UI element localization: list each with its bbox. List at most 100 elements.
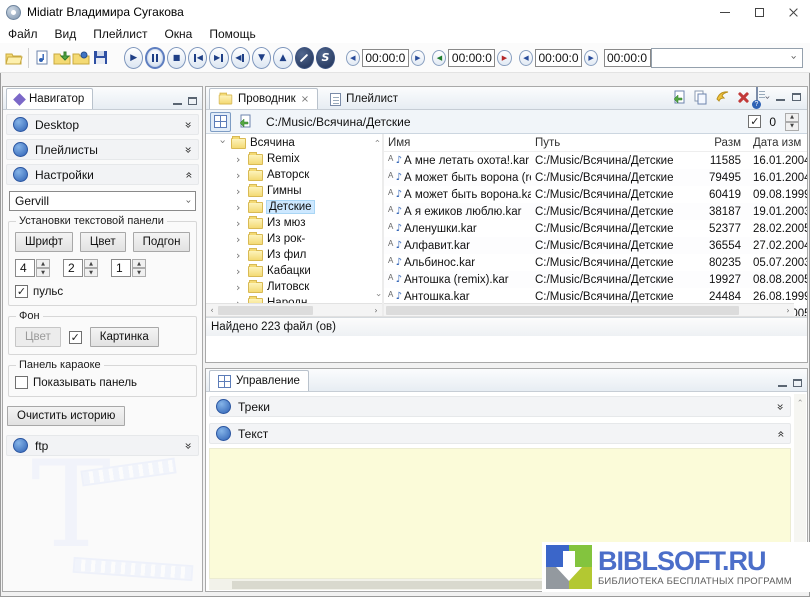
- tree-collapsed-icon[interactable]: ›: [236, 169, 244, 182]
- maximize-button[interactable]: [742, 0, 776, 24]
- time3-fwd-button[interactable]: ▶: [584, 50, 598, 66]
- tab-control[interactable]: Управление: [209, 370, 309, 391]
- tree-item[interactable]: ›Кабацки: [206, 263, 382, 279]
- scroll-left-icon[interactable]: ›: [206, 306, 218, 315]
- spinner-up-icon[interactable]: ▲: [36, 259, 50, 268]
- loop-button[interactable]: [295, 47, 314, 69]
- scroll-thumb[interactable]: [218, 306, 313, 315]
- table-row[interactable]: A♪Алфавит.kar C:/Music/Всячина/Детские 3…: [384, 237, 807, 254]
- menu-help[interactable]: Помощь: [209, 27, 255, 41]
- bg-image-checkbox[interactable]: ✓: [69, 331, 82, 344]
- table-row[interactable]: A♪Альбинос.kar C:/Music/Всячина/Детские …: [384, 254, 807, 271]
- spinner-3-value[interactable]: 1: [111, 259, 131, 277]
- time-field-4[interactable]: 00:00:0: [604, 49, 651, 67]
- section-settings[interactable]: Настройки »: [6, 164, 199, 185]
- section-tracks[interactable]: Треки »: [209, 396, 791, 417]
- tree-root[interactable]: › Всячина: [206, 135, 382, 151]
- help-button[interactable]: ?: [756, 88, 758, 106]
- time3-back-button[interactable]: ◀: [519, 50, 533, 66]
- bg-color-button[interactable]: Цвет: [15, 327, 61, 347]
- font-button[interactable]: Шрифт: [15, 232, 73, 252]
- tree-item[interactable]: ›Из фил: [206, 247, 382, 263]
- panel-minimize-icon[interactable]: [778, 379, 787, 387]
- tab-playlist[interactable]: Плейлист: [321, 88, 407, 109]
- tree-expanded-icon[interactable]: ›: [217, 139, 230, 147]
- tree-item[interactable]: ›Авторск: [206, 167, 382, 183]
- panel-maximize-icon[interactable]: [188, 97, 197, 105]
- panel-maximize-icon[interactable]: [792, 93, 801, 101]
- tree-collapsed-icon[interactable]: ›: [236, 281, 244, 294]
- table-row[interactable]: A♪А может быть ворона.kar C:/Music/Всячи…: [384, 186, 807, 203]
- copy-playlist-button[interactable]: [34, 47, 53, 69]
- tree-collapsed-icon[interactable]: ›: [236, 153, 244, 166]
- view-menu-icon[interactable]: ›: [762, 95, 773, 99]
- time2-back-button[interactable]: ◀: [432, 50, 446, 66]
- scroll-thumb[interactable]: [386, 306, 739, 315]
- tree-collapsed-icon[interactable]: ›: [236, 233, 244, 246]
- tab-close-icon[interactable]: ×: [301, 94, 309, 105]
- table-row[interactable]: A♪А я ежиков люблю.kar C:/Music/Всячина/…: [384, 203, 807, 220]
- tab-navigator[interactable]: Навигатор: [6, 88, 93, 109]
- time-field-2[interactable]: 00:00:0: [448, 49, 495, 67]
- stop-button[interactable]: ■: [167, 47, 186, 69]
- spinner-up-icon[interactable]: ▲: [84, 259, 98, 268]
- tree-item[interactable]: ›Из мюз: [206, 215, 382, 231]
- time1-fwd-button[interactable]: ▶: [411, 50, 425, 66]
- tree-item[interactable]: ›Гимны: [206, 183, 382, 199]
- show-panel-checkbox[interactable]: [15, 376, 28, 389]
- pulse-checkbox[interactable]: ✓: [15, 285, 28, 298]
- autoplay-checkbox[interactable]: ✓: [748, 115, 761, 128]
- tree-hscrollbar[interactable]: › ›: [206, 303, 382, 316]
- tempo-up-button[interactable]: ▲: [273, 47, 292, 69]
- tree-item[interactable]: ›Из рок-: [206, 231, 382, 247]
- spinner-2-value[interactable]: 2: [63, 259, 83, 277]
- menu-view[interactable]: Вид: [55, 27, 77, 41]
- menu-playlist[interactable]: Плейлист: [93, 27, 147, 41]
- add-files-button[interactable]: [235, 112, 256, 132]
- tab-explorer[interactable]: Проводник ×: [209, 88, 318, 109]
- export-folder-button[interactable]: [72, 47, 91, 69]
- karaoke-mode-button[interactable]: S: [316, 47, 335, 69]
- pause-button[interactable]: [145, 47, 165, 69]
- time2-fwd-button[interactable]: ▶: [497, 50, 511, 66]
- view-toggle-button[interactable]: [210, 112, 231, 132]
- song-combo[interactable]: ›: [651, 48, 803, 68]
- tempo-down-button[interactable]: ▼: [252, 47, 271, 69]
- section-desktop[interactable]: Desktop »: [6, 114, 199, 135]
- spinner-1-value[interactable]: 4: [15, 259, 35, 277]
- table-row[interactable]: A♪А может быть ворона (re... C:/Music/Вс…: [384, 169, 807, 186]
- spinner-down-icon[interactable]: ▼: [84, 268, 98, 277]
- col-date[interactable]: Дата изм: [749, 137, 807, 149]
- tree-item-selected[interactable]: ›Детские: [206, 199, 382, 215]
- tree-collapsed-icon[interactable]: ›: [236, 185, 244, 198]
- section-text[interactable]: Текст »: [209, 423, 791, 444]
- menu-file[interactable]: Файл: [8, 27, 38, 41]
- synth-combo[interactable]: Gervill ›: [9, 191, 196, 211]
- import-folder-button[interactable]: [53, 47, 72, 69]
- panel-minimize-icon[interactable]: [776, 93, 785, 101]
- open-folder-button[interactable]: [4, 47, 23, 69]
- scroll-right-icon[interactable]: ›: [782, 306, 794, 315]
- skip-start-button[interactable]: ◀: [231, 47, 250, 69]
- step-back-button[interactable]: ◀: [188, 47, 207, 69]
- spinner-down-icon[interactable]: ▼: [132, 268, 146, 277]
- spinner-down-icon[interactable]: ▼: [785, 122, 799, 131]
- scroll-right-icon[interactable]: ›: [370, 306, 382, 315]
- bg-image-button[interactable]: Картинка: [90, 327, 159, 347]
- add-to-playlist-button[interactable]: [672, 90, 687, 105]
- save-button[interactable]: [91, 47, 110, 69]
- spinner-up-icon[interactable]: ▲: [132, 259, 146, 268]
- col-path[interactable]: Путь: [531, 137, 701, 149]
- step-forward-button[interactable]: ▶: [209, 47, 228, 69]
- panel-maximize-icon[interactable]: [793, 379, 802, 387]
- col-name[interactable]: Имя: [384, 137, 531, 149]
- play-button[interactable]: ▶: [124, 47, 143, 69]
- close-button[interactable]: [776, 0, 810, 24]
- tree-collapsed-icon[interactable]: ›: [236, 217, 244, 230]
- table-row[interactable]: A♪Антошка (remix).kar C:/Music/Всячина/Д…: [384, 271, 807, 288]
- fit-button[interactable]: Подгон: [133, 232, 191, 252]
- table-row[interactable]: A♪Аленушки.kar C:/Music/Всячина/Детские …: [384, 220, 807, 237]
- text-color-button[interactable]: Цвет: [80, 232, 126, 252]
- minimize-button[interactable]: [708, 0, 742, 24]
- clear-list-button[interactable]: [715, 90, 730, 104]
